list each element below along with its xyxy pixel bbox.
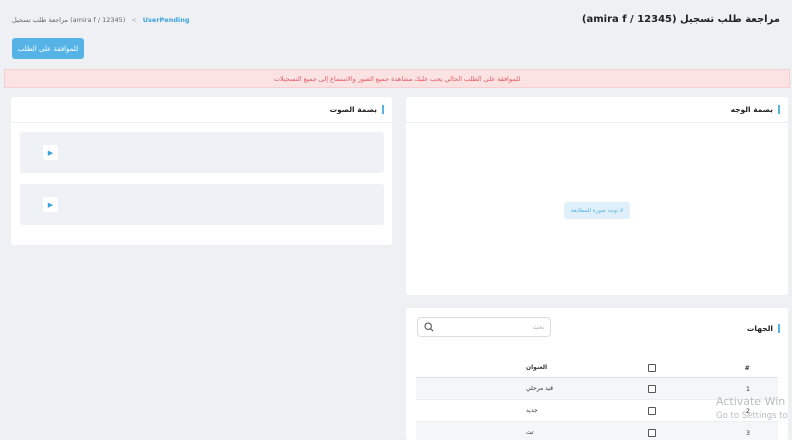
play-icon[interactable]: ▶ <box>43 197 58 212</box>
breadcrumb-separator: < <box>131 16 137 24</box>
watermark-line-1: Activate Win <box>716 395 786 408</box>
row-address: تت <box>526 429 534 436</box>
approve-request-button[interactable]: للموافقة على الطلب <box>12 38 84 59</box>
voice-print-card: بصمة الصوت ▶ ▶ <box>11 97 392 245</box>
face-card-header: بصمة الوجه <box>406 97 788 123</box>
row-checkbox[interactable] <box>648 384 656 393</box>
entities-card-title: الجهات <box>747 323 780 333</box>
activation-watermark: Activate Win Go to Settings to <box>716 395 788 421</box>
table-header-row: العنوان # <box>416 358 778 378</box>
column-header-number: # <box>744 363 750 372</box>
face-print-card: بصمة الوجه لا توجد صورة للمطابقة <box>406 97 788 295</box>
voice-recording-1: ▶ <box>20 132 384 173</box>
select-all-checkbox[interactable] <box>648 363 656 372</box>
voice-card-title: بصمة الصوت <box>330 105 384 114</box>
voice-recording-2: ▶ <box>20 184 384 225</box>
search-box <box>417 317 551 337</box>
alert-message: للموافقة على الطلب الحالي يجب عليك مشاهد… <box>273 74 521 83</box>
watermark-line-2: Go to Settings to <box>716 411 788 421</box>
alert-banner: للموافقة على الطلب الحالي يجب عليك مشاهد… <box>4 69 790 88</box>
breadcrumb: مراجعة طلب تسجيل (amira f / 12345) < Use… <box>12 16 190 24</box>
no-image-badge: لا توجد صورة للمطابقة <box>564 202 630 219</box>
search-icon[interactable] <box>424 322 434 332</box>
breadcrumb-current: مراجعة طلب تسجيل (amira f / 12345) <box>12 16 126 24</box>
row-address: جديد <box>526 407 538 414</box>
table-row: تت 3 <box>416 422 778 440</box>
search-input[interactable] <box>444 323 544 331</box>
row-number: 1 <box>745 384 750 393</box>
row-address: قيد مرحلي <box>526 385 553 392</box>
play-icon[interactable]: ▶ <box>43 145 58 160</box>
breadcrumb-link-userpending[interactable]: UserPending <box>143 16 190 24</box>
row-checkbox[interactable] <box>648 406 656 415</box>
column-header-address: العنوان <box>526 364 548 371</box>
voice-card-header: بصمة الصوت <box>11 97 392 123</box>
face-card-title: بصمة الوجه <box>731 105 780 114</box>
page-title: مراجعة طلب تسجيل (amira f / 12345) <box>581 14 780 25</box>
row-number: 3 <box>745 428 750 437</box>
row-checkbox[interactable] <box>648 428 656 437</box>
